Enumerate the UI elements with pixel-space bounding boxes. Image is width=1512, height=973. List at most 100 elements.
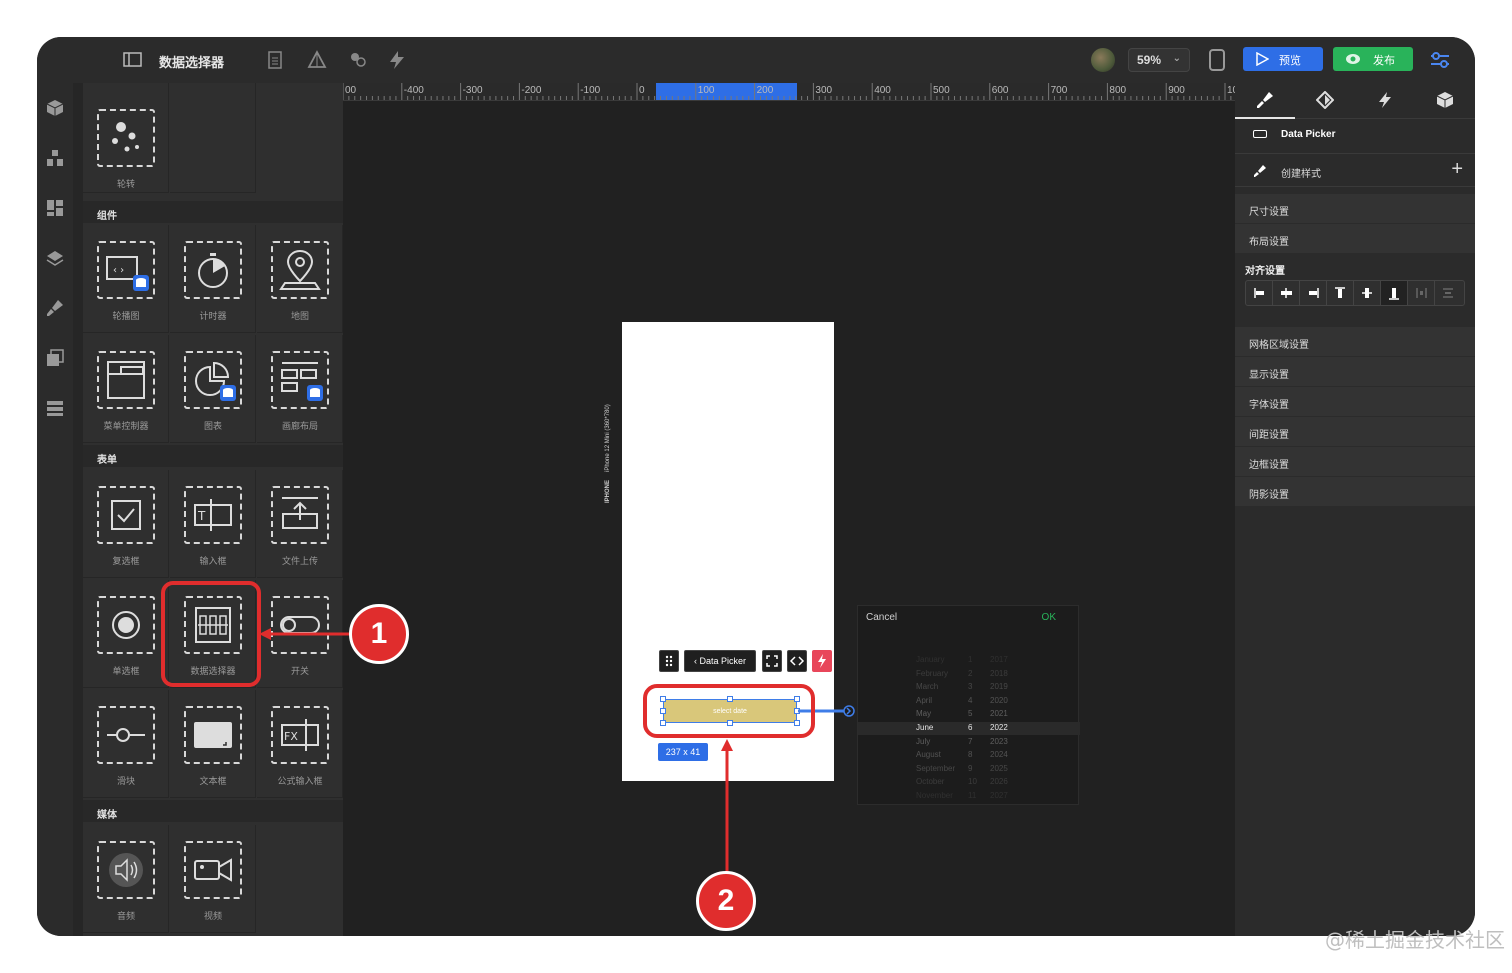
tab-layout[interactable]: [1295, 83, 1355, 119]
component-label: 滑块: [116, 776, 135, 786]
drag-handle-icon[interactable]: [659, 650, 679, 672]
component-name-chip[interactable]: ‹ Data Picker: [684, 650, 756, 672]
component-textarea[interactable]: 文本框: [170, 690, 256, 798]
distribute-vertical-icon[interactable]: [1435, 281, 1462, 305]
picker-row[interactable]: October 10 2026: [858, 776, 1080, 789]
component-chart[interactable]: 图表: [170, 335, 256, 443]
publish-button[interactable]: 发布: [1333, 47, 1413, 71]
distribute-horizontal-icon[interactable]: [1408, 281, 1435, 305]
component-file-upload[interactable]: 文件上传: [257, 470, 343, 578]
cancel-button[interactable]: Cancel: [866, 612, 897, 623]
component-carousel-rotate[interactable]: 轮转: [83, 83, 169, 193]
picker-row[interactable]: July 7 2023: [858, 736, 1080, 749]
picker-row[interactable]: March 3 2019: [858, 681, 1080, 694]
component-formula-input[interactable]: FX 公式输入框: [257, 690, 343, 798]
dashboard-icon[interactable]: [46, 199, 64, 217]
ruler-tick-label: 800: [1109, 85, 1127, 96]
map-pin-icon: [271, 241, 329, 299]
component-radio[interactable]: 单选框: [83, 580, 169, 688]
pages-icon[interactable]: [46, 349, 64, 367]
sliders-icon[interactable]: [1429, 49, 1451, 71]
device-toggle-icon[interactable]: [1209, 49, 1225, 71]
checkbox-icon: [97, 486, 155, 544]
component-map[interactable]: 地图: [257, 225, 343, 333]
cube-icon[interactable]: [46, 99, 64, 117]
video-camera-icon: [184, 841, 242, 899]
align-center-v-icon[interactable]: [1354, 281, 1381, 305]
display-settings-row[interactable]: 显示设置: [1235, 357, 1475, 387]
grid-area-settings-row[interactable]: 网格区域设置: [1235, 327, 1475, 357]
ruler-tick-label: 400: [874, 85, 891, 96]
code-icon[interactable]: [787, 650, 807, 672]
picker-row[interactable]: May 5 2021: [858, 708, 1080, 721]
picker-row[interactable]: September 9 2025: [858, 763, 1080, 776]
component-timer[interactable]: 计时器: [170, 225, 256, 333]
picker-row[interactable]: June 6 2022: [858, 722, 1080, 735]
row-label: 布局设置: [1249, 237, 1289, 248]
spacing-settings-row[interactable]: 间距设置: [1235, 417, 1475, 447]
border-settings-row[interactable]: 边框设置: [1235, 447, 1475, 477]
brush-icon[interactable]: [46, 299, 64, 317]
font-settings-row[interactable]: 字体设置: [1235, 387, 1475, 417]
design-canvas[interactable]: 00 -400 -300 -200 -100 0 100 200 300 400 500 600 700…: [343, 83, 1235, 936]
component-input[interactable]: T 输入框: [170, 470, 256, 578]
ruler-tick-label: 00: [345, 85, 357, 96]
sidebar-toggle-icon[interactable]: [123, 50, 143, 70]
align-right-icon[interactable]: [1300, 281, 1327, 305]
picker-row[interactable]: November 11 2027: [858, 790, 1080, 803]
blocks-icon[interactable]: [46, 149, 64, 167]
create-style-row[interactable]: 创建样式 +: [1235, 153, 1475, 187]
align-bottom-icon[interactable]: [1381, 281, 1408, 305]
component-label: 音频: [116, 911, 135, 921]
triangle-logo-icon[interactable]: [307, 50, 327, 70]
align-center-h-icon[interactable]: [1273, 281, 1300, 305]
align-left-icon[interactable]: [1246, 281, 1273, 305]
layers-icon[interactable]: [46, 249, 64, 267]
component-gallery-layout[interactable]: 画廊布局: [257, 335, 343, 443]
tab-style[interactable]: [1235, 83, 1295, 119]
picker-month: April: [916, 695, 933, 705]
textarea-icon: [184, 706, 242, 764]
zoom-select[interactable]: 59% ⌄: [1128, 48, 1190, 72]
picker-row[interactable]: April 4 2020: [858, 695, 1080, 708]
layout-settings-row[interactable]: 布局设置: [1235, 224, 1475, 254]
tab-actions[interactable]: [1355, 83, 1415, 119]
expand-icon[interactable]: [762, 650, 782, 672]
component-video[interactable]: 视频: [170, 825, 256, 933]
picker-row[interactable]: August 8 2024: [858, 749, 1080, 762]
list-icon[interactable]: [46, 399, 64, 417]
picker-row[interactable]: February 2 2018: [858, 668, 1080, 681]
ok-button[interactable]: OK: [1042, 612, 1056, 623]
section-title: 表单: [97, 455, 117, 466]
annotation-arrow-1: [259, 628, 357, 640]
components-icon[interactable]: [348, 50, 368, 70]
align-top-icon[interactable]: [1327, 281, 1354, 305]
avatar[interactable]: [1091, 48, 1115, 72]
picker-row[interactable]: January 1 2017: [858, 654, 1080, 667]
picker-dropdown-preview: Cancel OK January 1 2017 February 2 2018 March…: [857, 605, 1080, 805]
add-style-icon[interactable]: +: [1451, 158, 1463, 181]
lightning-icon[interactable]: [387, 50, 407, 70]
component-label: 单选框: [112, 666, 140, 676]
component-menu-controller[interactable]: 菜单控制器: [83, 335, 169, 443]
component-label: 公式输入框: [277, 776, 323, 786]
picker-day: 1: [968, 655, 973, 664]
component-carousel[interactable]: ‹ › 轮播图: [83, 225, 169, 333]
component-checkbox[interactable]: 复选框: [83, 470, 169, 578]
svg-text:FX: FX: [284, 730, 298, 743]
preview-button[interactable]: 预览: [1243, 47, 1323, 71]
left-rail: [37, 83, 73, 936]
component-audio[interactable]: 音频: [83, 825, 169, 933]
shadow-settings-row[interactable]: 阴影设置: [1235, 477, 1475, 507]
app-window: 数据选择器 59% ⌄ 预览 发布 轮转 组件 ‹ › 轮播图 计时器 地图 菜…: [37, 37, 1475, 936]
component-slider[interactable]: 滑块: [83, 690, 169, 798]
document-icon[interactable]: [265, 50, 285, 70]
tab-data[interactable]: [1415, 83, 1475, 119]
action-lightning-icon[interactable]: [812, 650, 832, 672]
size-settings-row[interactable]: 尺寸设置: [1235, 194, 1475, 224]
preview-label: 预览: [1279, 55, 1301, 67]
component-label: 轮转: [116, 179, 135, 189]
picker-year: 2023: [990, 736, 1008, 746]
row-label: 间距设置: [1249, 430, 1289, 441]
annotation-marker-2: 2: [696, 871, 756, 931]
